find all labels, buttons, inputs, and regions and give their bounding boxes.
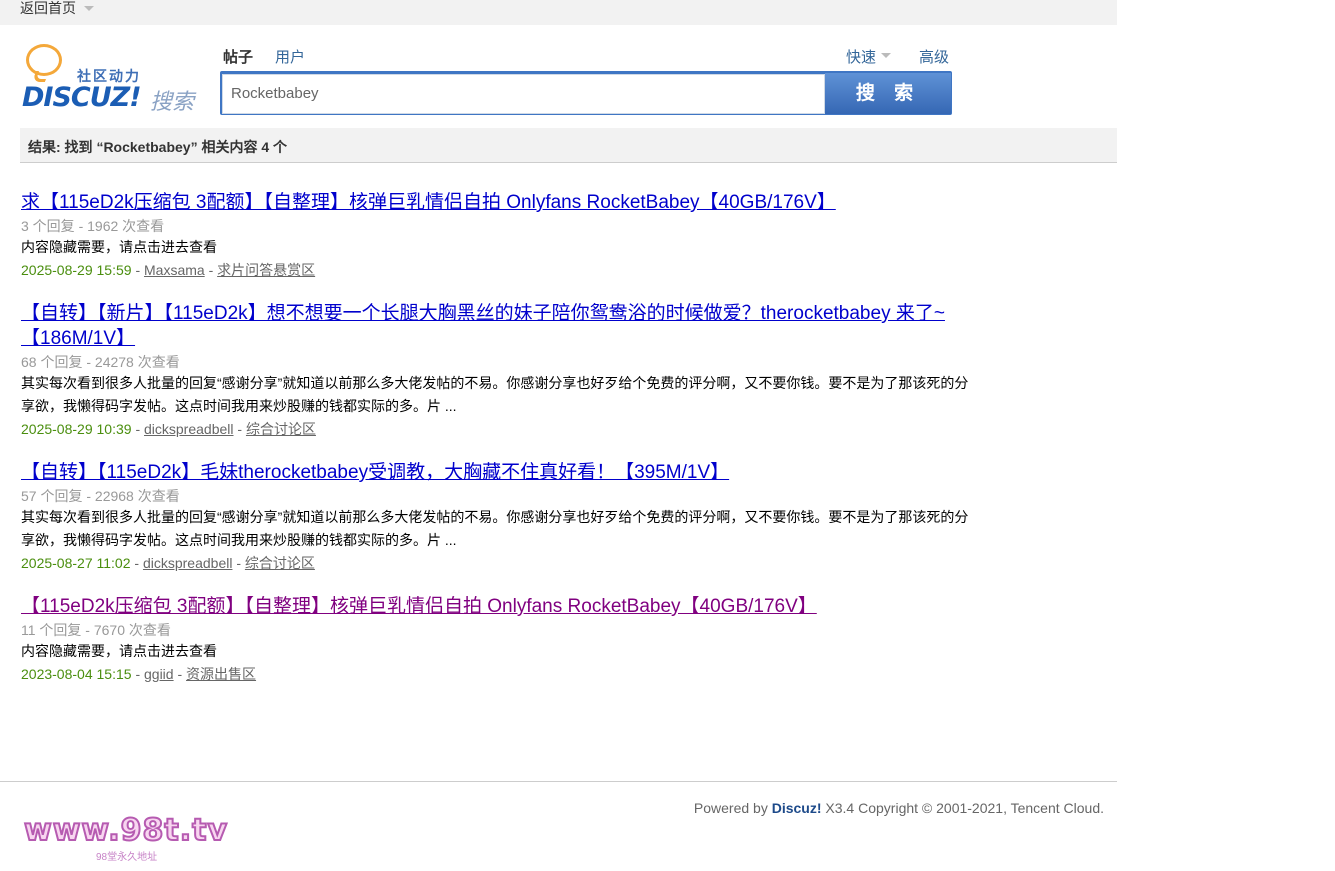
- site-logo-subtext: 98堂永久地址: [96, 852, 158, 863]
- result-title-link[interactable]: 【自转】【新片】【115eD2k】想不想要一个长腿大胸黑丝的妹子陪你鸳鸯浴的时候…: [21, 303, 945, 349]
- results-list: 求【115eD2k压缩包 3配额】【自整理】核弹巨乳情侣自拍 Onlyfans …: [21, 190, 971, 705]
- result-meta: 2025-08-27 11:02 - dickspreadbell - 综合讨论…: [21, 552, 971, 574]
- result-author-link[interactable]: ggiid: [144, 666, 174, 682]
- copyright: X3.4 Copyright © 2001-2021, Tencent Clou…: [825, 800, 1104, 816]
- result-stats: 3 个回复 - 1962 次查看: [21, 218, 165, 234]
- result-stats: 11 个回复 - 7670 次查看: [21, 622, 171, 638]
- fast-search-menu[interactable]: 快速: [846, 46, 876, 67]
- footer-divider: [0, 781, 1117, 782]
- logo-brand: DISCUZ!: [22, 82, 142, 113]
- separator: -: [177, 666, 187, 682]
- discuz-link[interactable]: Discuz!: [772, 800, 822, 816]
- chevron-down-icon[interactable]: [84, 6, 94, 11]
- top-bar: 返回首页: [0, 0, 1117, 25]
- search-input-wrapper: [222, 74, 825, 114]
- logo-search-word: 搜索: [150, 89, 195, 114]
- result-forum-link[interactable]: 资源出售区: [186, 666, 256, 682]
- result-meta: 2025-08-29 10:39 - dickspreadbell - 综合讨论…: [21, 418, 971, 440]
- results-summary: 结果: 找到 “Rocketbabey” 相关内容 4 个: [28, 139, 288, 155]
- result-author-link[interactable]: Maxsama: [144, 262, 205, 278]
- home-link[interactable]: 返回首页: [20, 0, 76, 17]
- speech-bubble-tail-icon: [31, 71, 50, 82]
- result-forum-link[interactable]: 综合讨论区: [245, 555, 315, 571]
- separator: -: [237, 421, 246, 437]
- list-item: 【115eD2k压缩包 3配额】【自整理】核弹巨乳情侣自拍 Onlyfans R…: [21, 594, 971, 685]
- result-description: 其实每次看到很多人批量的回复“感谢分享”就知道以前那么多大佬发帖的不易。你感谢分…: [21, 375, 969, 414]
- result-meta: 2023-08-04 15:15 - ggiid - 资源出售区: [21, 663, 971, 685]
- separator: -: [134, 555, 143, 571]
- list-item: 【自转】【新片】【115eD2k】想不想要一个长腿大胸黑丝的妹子陪你鸳鸯浴的时候…: [21, 301, 971, 440]
- result-description: 其实每次看到很多人批量的回复“感谢分享”就知道以前那么多大佬发帖的不易。你感谢分…: [21, 509, 969, 548]
- result-date: 2025-08-29 10:39: [21, 421, 132, 437]
- tab-users[interactable]: 用户: [275, 46, 305, 67]
- separator: -: [208, 262, 218, 278]
- separator: -: [236, 555, 245, 571]
- result-title-link[interactable]: 求【115eD2k压缩包 3配额】【自整理】核弹巨乳情侣自拍 Onlyfans …: [21, 192, 836, 213]
- search-button[interactable]: 搜 索: [825, 73, 951, 114]
- separator: -: [135, 421, 144, 437]
- result-description: 内容隐藏需要，请点击进去查看: [21, 643, 217, 659]
- site-logo[interactable]: www.98t.tv 98堂永久地址: [23, 812, 240, 863]
- result-author-link[interactable]: dickspreadbell: [144, 421, 234, 437]
- result-date: 2023-08-04 15:15: [21, 666, 132, 682]
- result-title-link[interactable]: 【自转】【115eD2k】毛妹therocketbabey受调教，大胸藏不住真好…: [21, 462, 729, 483]
- search-input[interactable]: [223, 75, 821, 111]
- tab-posts[interactable]: 帖子: [223, 46, 253, 67]
- powered-prefix: Powered by: [693, 800, 768, 816]
- chevron-down-icon[interactable]: [881, 53, 891, 58]
- separator: -: [135, 666, 144, 682]
- result-author-link[interactable]: dickspreadbell: [143, 555, 233, 571]
- list-item: 【自转】【115eD2k】毛妹therocketbabey受调教，大胸藏不住真好…: [21, 460, 971, 574]
- list-item: 求【115eD2k压缩包 3配额】【自整理】核弹巨乳情侣自拍 Onlyfans …: [21, 190, 971, 281]
- advanced-search-link[interactable]: 高级: [919, 46, 949, 67]
- result-date: 2025-08-29 15:59: [21, 262, 132, 278]
- powered-by: Powered by Discuz! X3.4 Copyright © 2001…: [694, 800, 1104, 816]
- results-summary-bar: 结果: 找到 “Rocketbabey” 相关内容 4 个: [20, 128, 1117, 163]
- result-stats: 68 个回复 - 24278 次查看: [21, 354, 180, 370]
- site-logo-text: www.98t.tv: [23, 812, 229, 849]
- separator: -: [135, 262, 144, 278]
- result-title-link[interactable]: 【115eD2k压缩包 3配额】【自整理】核弹巨乳情侣自拍 Onlyfans R…: [21, 596, 817, 617]
- result-meta: 2025-08-29 15:59 - Maxsama - 求片问答悬赏区: [21, 259, 971, 281]
- result-forum-link[interactable]: 综合讨论区: [246, 421, 316, 437]
- result-forum-link[interactable]: 求片问答悬赏区: [217, 262, 315, 278]
- result-date: 2025-08-27 11:02: [21, 555, 131, 571]
- result-stats: 57 个回复 - 22968 次查看: [21, 488, 180, 504]
- discuz-search-logo[interactable]: 社区动力 DISCUZ! 搜索: [22, 44, 202, 114]
- result-description: 内容隐藏需要，请点击进去查看: [21, 239, 217, 255]
